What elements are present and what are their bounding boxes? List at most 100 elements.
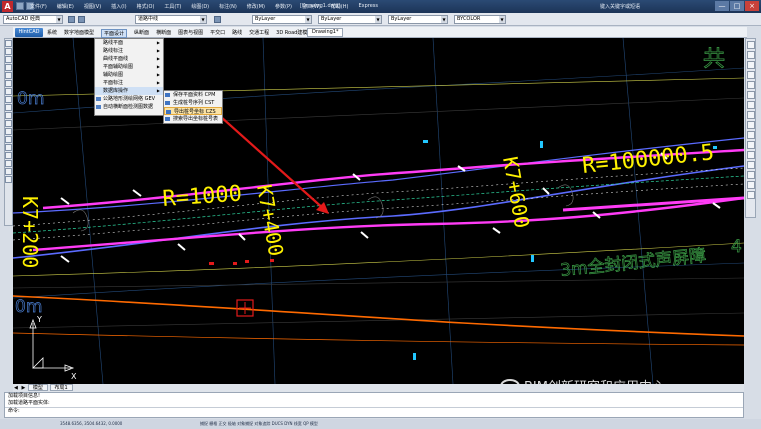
drawing-tab[interactable]: Drawing1*	[307, 28, 344, 37]
table-tool-icon[interactable]	[5, 168, 12, 175]
menu-format[interactable]: 格式(O)	[137, 3, 155, 10]
status-toggles[interactable]: 捕捉 栅格 正交 极轴 对象捕捉 对象追踪 DUCS DYN 线宽 QP 模型	[200, 421, 318, 427]
spline-tool-icon[interactable]	[5, 96, 12, 103]
tab-3droad[interactable]: 3D Road建模	[276, 29, 307, 38]
submenu-search-export-coords[interactable]: 搜索导出坐标桩号表	[164, 115, 222, 123]
menu-item-plan-annotation[interactable]: 平面标注 ▶	[95, 79, 163, 87]
mirror-tool-icon[interactable]	[747, 61, 755, 69]
tab-intersection[interactable]: 平交口	[210, 29, 225, 38]
linetype-value: ByLayer	[321, 16, 342, 22]
tab-traffic[interactable]: 交通工程	[249, 29, 269, 38]
menu-item-label: 曲线平面线	[103, 56, 129, 62]
tab-dtm[interactable]: 数字地面模型	[64, 29, 94, 38]
tab-nav-next-icon[interactable]: ▶	[20, 385, 26, 392]
menu-item-auto-cross-section[interactable]: 自动横断面检测图数据	[95, 103, 163, 111]
rectangle-tool-icon[interactable]	[5, 64, 12, 71]
join-tool-icon[interactable]	[747, 161, 755, 169]
submenu-generate-station-seq[interactable]: 生成桩号序列 CST	[164, 99, 222, 107]
menu-express[interactable]: Express	[358, 3, 378, 10]
menu-item-gev[interactable]: 公路地形测绘网络 GEV	[95, 95, 163, 103]
tab-charts-views[interactable]: 图表与视图	[178, 29, 203, 38]
circle-tool-icon[interactable]	[5, 80, 12, 87]
erase-tool-icon[interactable]	[747, 41, 755, 49]
scale-tool-icon[interactable]	[747, 111, 755, 119]
linetype-select[interactable]: ByLayer ▼	[318, 15, 382, 24]
workspace-select[interactable]: AutoCAD 经典 ▼	[3, 15, 63, 24]
submenu-export-station-coords[interactable]: 导出桩号坐标 CZS	[164, 107, 222, 115]
move-tool-icon[interactable]	[747, 91, 755, 99]
tab-cross-section[interactable]: 横断面	[156, 29, 171, 38]
fillet-tool-icon[interactable]	[747, 181, 755, 189]
menu-item-database-ops[interactable]: 数据库操作 ▶	[95, 87, 163, 95]
arc-tool-icon[interactable]	[5, 72, 12, 79]
menu-edit[interactable]: 编辑(E)	[57, 3, 74, 10]
array-tool-icon[interactable]	[747, 81, 755, 89]
search-hint[interactable]: 键入关键字或短语	[600, 3, 640, 10]
region-tool-icon[interactable]	[5, 160, 12, 167]
trim-tool-icon[interactable]	[747, 131, 755, 139]
menu-tools[interactable]: 工具(T)	[164, 3, 181, 10]
make-block-icon[interactable]	[5, 128, 12, 135]
submenu-save-plan-data[interactable]: 保存平面资料 CPM	[164, 91, 222, 99]
minimize-button[interactable]: —	[715, 1, 729, 11]
polygon-tool-icon[interactable]	[5, 56, 12, 63]
tab-model[interactable]: 模型	[27, 384, 48, 391]
menu-parametric[interactable]: 参数(P)	[275, 3, 292, 10]
plotstyle-select[interactable]: BYCOLOR ▼	[454, 15, 506, 24]
stretch-tool-icon[interactable]	[747, 121, 755, 129]
menu-file[interactable]: 文件(F)	[30, 3, 47, 10]
layer-select[interactable]: 道路中线 ▼	[135, 15, 207, 24]
menu-item-route-annotation[interactable]: 路线标注 ▶	[95, 47, 163, 55]
hintcad-logo[interactable]: HintCAD	[15, 28, 43, 37]
tab-nav-first-icon[interactable]: ◀	[13, 385, 19, 392]
line-tool-icon[interactable]	[5, 40, 12, 47]
insert-block-icon[interactable]	[5, 120, 12, 127]
sound-barrier-label-suffix: 4	[731, 237, 742, 257]
menu-item-label: 辅助绘图	[103, 72, 124, 78]
tab-profile[interactable]: 纵断面	[134, 29, 149, 38]
explode-tool-icon[interactable]	[747, 191, 755, 199]
mtext-tool-icon[interactable]	[5, 176, 12, 183]
layer-previous-icon[interactable]	[214, 16, 221, 23]
tab-layout1[interactable]: 布局1	[49, 384, 73, 391]
new-icon[interactable]	[16, 2, 24, 10]
app-logo-icon[interactable]: A	[2, 1, 13, 12]
menu-modify[interactable]: 修改(M)	[247, 3, 265, 10]
hatch-tool-icon[interactable]	[5, 144, 12, 151]
offset-tool-icon[interactable]	[747, 71, 755, 79]
copy-tool-icon[interactable]	[747, 51, 755, 59]
tab-route[interactable]: 路线	[232, 29, 242, 38]
menu-item-route-plan[interactable]: 路线平面 ▶	[95, 39, 163, 47]
station-label-k7-400: K7+400	[252, 183, 288, 258]
tab-system[interactable]: 系统	[47, 29, 57, 38]
menu-item-curve-plan[interactable]: 曲线平面线 ▶	[95, 55, 163, 63]
maximize-button[interactable]: □	[730, 1, 744, 11]
tab-plan-design[interactable]: 平面设计	[101, 29, 128, 38]
rotate-tool-icon[interactable]	[747, 101, 755, 109]
ellipse-arc-tool-icon[interactable]	[5, 112, 12, 119]
settings-icon[interactable]	[68, 16, 75, 23]
menu-item-plan-aux-drawing[interactable]: 平面辅助绘图 ▶	[95, 63, 163, 71]
menu-draw[interactable]: 绘图(D)	[191, 3, 209, 10]
lineweight-select[interactable]: ByLayer ▼	[388, 15, 448, 24]
chamfer-tool-icon[interactable]	[747, 171, 755, 179]
extend-tool-icon[interactable]	[747, 141, 755, 149]
chevron-down-icon: ▼	[200, 16, 206, 23]
autocad-window: A 文件(F) 编辑(E) 视图(V) 插入(I) 格式(O) 工具(T) 绘图…	[0, 0, 761, 429]
layer-value: 道路中线	[138, 16, 159, 22]
color-select[interactable]: ByLayer ▼	[252, 15, 312, 24]
revcloud-tool-icon[interactable]	[5, 88, 12, 95]
menu-item-aux-drawing[interactable]: 辅助绘图 ▶	[95, 71, 163, 79]
ellipse-tool-icon[interactable]	[5, 104, 12, 111]
break-tool-icon[interactable]	[747, 151, 755, 159]
command-input[interactable]: 命令:	[5, 407, 743, 414]
polyline-tool-icon[interactable]	[5, 48, 12, 55]
layer-icon[interactable]	[78, 16, 85, 23]
gradient-tool-icon[interactable]	[5, 152, 12, 159]
menu-view[interactable]: 视图(V)	[84, 3, 101, 10]
menu-dimension[interactable]: 标注(N)	[219, 3, 237, 10]
menu-insert[interactable]: 插入(I)	[111, 3, 126, 10]
point-tool-icon[interactable]	[5, 136, 12, 143]
close-button[interactable]: ×	[745, 1, 759, 11]
sound-barrier-label: 3m全封闭式声屏障	[559, 246, 707, 281]
